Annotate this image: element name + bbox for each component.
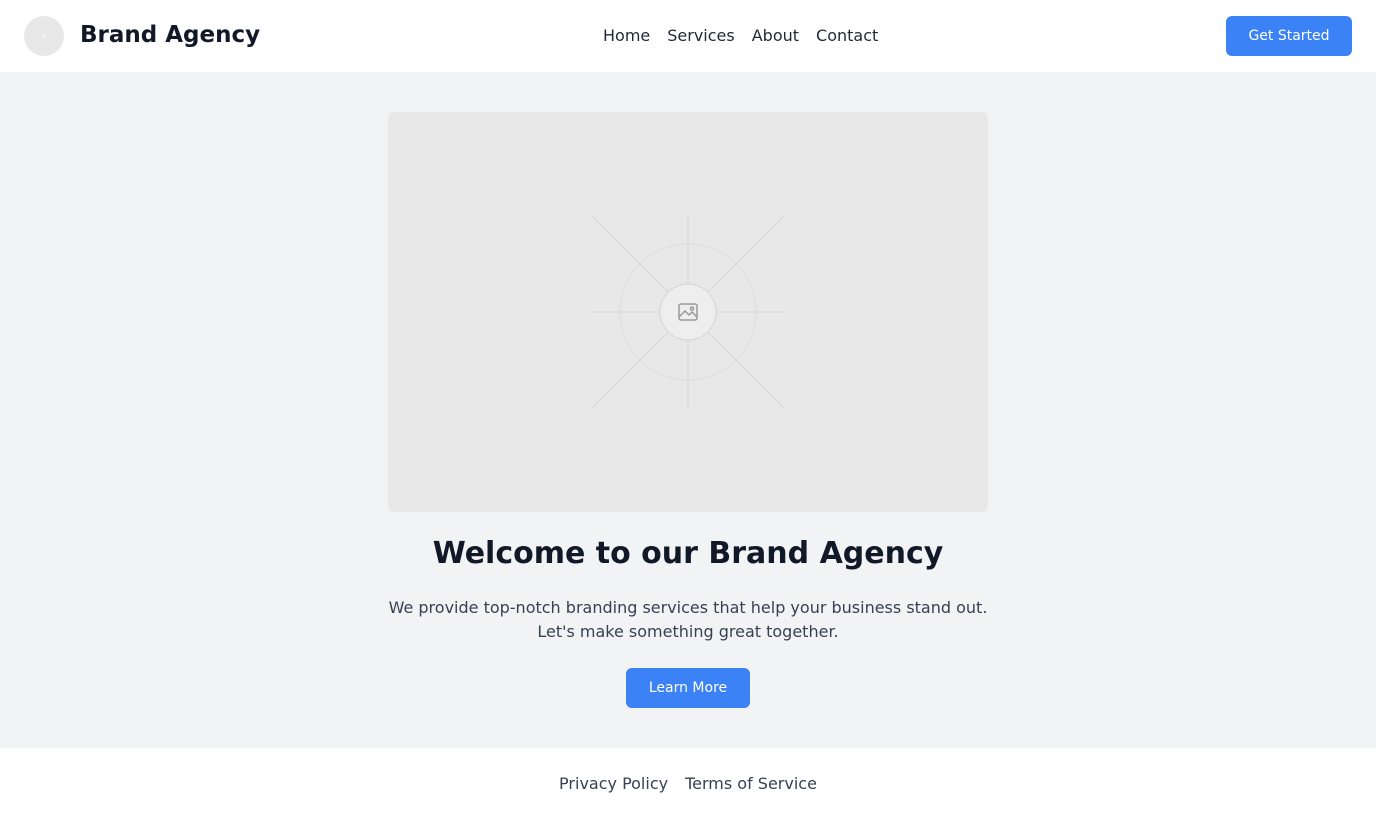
nav-contact-link[interactable]: Contact [816, 24, 878, 48]
main-nav: Home Services About Contact [603, 24, 878, 48]
hero-description-line-2: Let's make something great together. [537, 622, 839, 641]
image-placeholder-icon [590, 214, 786, 410]
site-footer: Privacy Policy Terms of Service [0, 748, 1376, 820]
get-started-button[interactable]: Get Started [1226, 16, 1352, 56]
hero-description: We provide top-notch branding services t… [388, 596, 988, 644]
hero-title: Welcome to our Brand Agency [432, 536, 944, 571]
nav-about-link[interactable]: About [752, 24, 799, 48]
privacy-policy-link[interactable]: Privacy Policy [559, 772, 668, 796]
logo-placeholder-icon[interactable] [24, 16, 64, 56]
hero-description-line-1: We provide top-notch branding services t… [388, 598, 988, 617]
terms-of-service-link[interactable]: Terms of Service [685, 772, 817, 796]
nav-services-link[interactable]: Services [667, 24, 734, 48]
nav-home-link[interactable]: Home [603, 24, 650, 48]
brand-name[interactable]: Brand Agency [80, 19, 260, 51]
site-header: Brand Agency Home Services About Contact… [0, 0, 1376, 72]
footer-links: Privacy Policy Terms of Service [0, 772, 1376, 796]
learn-more-button[interactable]: Learn More [626, 668, 750, 708]
hero-image-placeholder [388, 112, 988, 512]
